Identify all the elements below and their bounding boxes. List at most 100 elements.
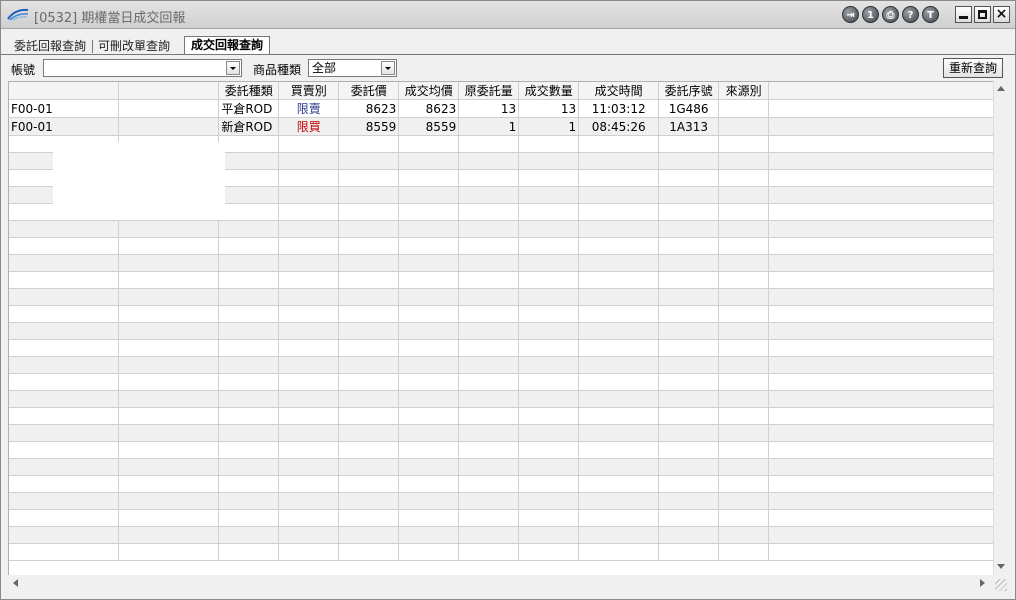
table-cell — [518, 169, 580, 187]
exit-icon[interactable]: ⇥ — [842, 6, 859, 23]
table-row[interactable] — [9, 305, 994, 323]
table-row[interactable] — [9, 526, 994, 544]
table-row[interactable] — [9, 543, 994, 561]
table-cell — [278, 186, 340, 204]
column-header[interactable]: 成交時間 — [578, 82, 660, 100]
maximize-button[interactable] — [974, 6, 991, 23]
table-row[interactable] — [9, 356, 994, 374]
redacted-account-area — [53, 142, 225, 220]
scroll-down-icon[interactable] — [997, 564, 1005, 569]
column-header[interactable]: 來源別 — [718, 82, 770, 100]
table-row[interactable] — [9, 458, 994, 476]
table-cell — [338, 492, 400, 510]
title-bar[interactable]: [0532] 期權當日成交回報 ⇥ 1 ⎙ ? T × — [1, 1, 1015, 29]
window-controls: × — [955, 6, 1010, 23]
horizontal-scrollbar[interactable] — [8, 575, 993, 591]
table-cell — [768, 509, 994, 527]
table-row[interactable] — [9, 475, 994, 493]
table-cell — [398, 288, 460, 306]
column-header[interactable]: 委託序號 — [658, 82, 720, 100]
table-cell — [658, 203, 720, 221]
table-cell — [518, 152, 580, 170]
app-logo-icon — [7, 8, 29, 21]
table-cell — [718, 152, 770, 170]
table-cell — [458, 271, 520, 289]
scroll-up-icon[interactable] — [997, 86, 1005, 91]
chevron-down-icon[interactable] — [226, 61, 240, 75]
trade-report-grid[interactable]: 委託種類 買賣別 委託價 成交均價 原委託量 成交數量 成交時間 委託序號 來源別 F00-01… — [8, 81, 994, 576]
table-cell — [338, 135, 400, 153]
table-row[interactable]: F00-01 新倉ROD 限買 8559 8559 1 1 08:45:26 1A313 — [9, 117, 994, 136]
table-cell — [578, 305, 660, 323]
table-cell — [398, 254, 460, 272]
tab-modifiable-orders[interactable]: 可刪改單查詢 — [92, 38, 176, 54]
column-header[interactable]: 委託種類 — [218, 82, 280, 100]
table-row[interactable] — [9, 288, 994, 306]
table-cell — [518, 543, 580, 561]
table-cell — [458, 356, 520, 374]
column-header[interactable]: 成交數量 — [518, 82, 580, 100]
print-icon[interactable]: ⎙ — [882, 6, 899, 23]
table-row[interactable] — [9, 509, 994, 527]
table-cell — [338, 390, 400, 408]
table-cell — [278, 271, 340, 289]
minimize-button[interactable] — [955, 6, 972, 23]
table-cell — [658, 526, 720, 544]
column-header[interactable]: 原委託量 — [458, 82, 520, 100]
table-cell — [768, 271, 994, 289]
column-header[interactable]: 買賣別 — [278, 82, 340, 100]
info-icon[interactable]: 1 — [862, 6, 879, 23]
table-row[interactable] — [9, 407, 994, 425]
table-row[interactable] — [9, 237, 994, 255]
chevron-down-icon[interactable] — [381, 61, 395, 75]
scroll-left-icon[interactable] — [13, 579, 18, 587]
column-header[interactable] — [9, 82, 120, 100]
table-row[interactable] — [9, 492, 994, 510]
table-row[interactable] — [9, 220, 994, 238]
table-cell — [218, 203, 280, 221]
tab-order-report[interactable]: 委託回報查詢 — [8, 38, 94, 54]
table-cell — [518, 475, 580, 493]
help-icon[interactable]: ? — [902, 6, 919, 23]
table-cell — [718, 220, 770, 238]
table-row[interactable] — [9, 390, 994, 408]
table-cell — [218, 475, 280, 493]
close-button[interactable]: × — [993, 6, 1010, 23]
window-title: [0532] 期權當日成交回報 — [34, 11, 186, 26]
product-type-select[interactable]: 全部 — [308, 59, 397, 77]
table-row[interactable] — [9, 322, 994, 340]
table-cell — [718, 458, 770, 476]
table-cell — [768, 458, 994, 476]
table-cell — [338, 169, 400, 187]
table-cell — [398, 135, 460, 153]
table-row[interactable] — [9, 424, 994, 442]
table-cell — [518, 203, 580, 221]
table-cell: 限賣 — [278, 99, 340, 118]
table-cell — [118, 390, 220, 408]
table-row[interactable] — [9, 441, 994, 459]
table-cell — [218, 492, 280, 510]
table-row[interactable] — [9, 373, 994, 391]
table-cell — [518, 356, 580, 374]
tab-trade-report[interactable]: 成交回報查詢 — [184, 36, 271, 54]
table-row[interactable]: F00-01 平倉ROD 限賣 8623 8623 13 13 11:03:12 1G486 — [9, 99, 994, 118]
table-cell — [518, 458, 580, 476]
table-row[interactable] — [9, 339, 994, 357]
table-cell — [9, 220, 120, 238]
product-type-value: 全部 — [312, 61, 337, 75]
column-header[interactable]: 成交均價 — [398, 82, 460, 100]
pin-icon[interactable]: T — [922, 6, 939, 23]
column-header[interactable] — [118, 82, 220, 100]
table-row[interactable] — [9, 271, 994, 289]
table-cell — [768, 99, 994, 118]
resize-grip-icon[interactable] — [995, 579, 1007, 591]
account-select[interactable] — [43, 59, 242, 77]
vertical-scrollbar[interactable] — [993, 81, 1008, 575]
table-row[interactable] — [9, 254, 994, 272]
table-cell — [658, 441, 720, 459]
requery-button[interactable]: 重新查詢 — [943, 58, 1003, 78]
column-header[interactable]: 委託價 — [338, 82, 400, 100]
table-cell — [218, 339, 280, 357]
scroll-right-icon[interactable] — [980, 579, 985, 587]
column-header[interactable] — [768, 82, 994, 100]
